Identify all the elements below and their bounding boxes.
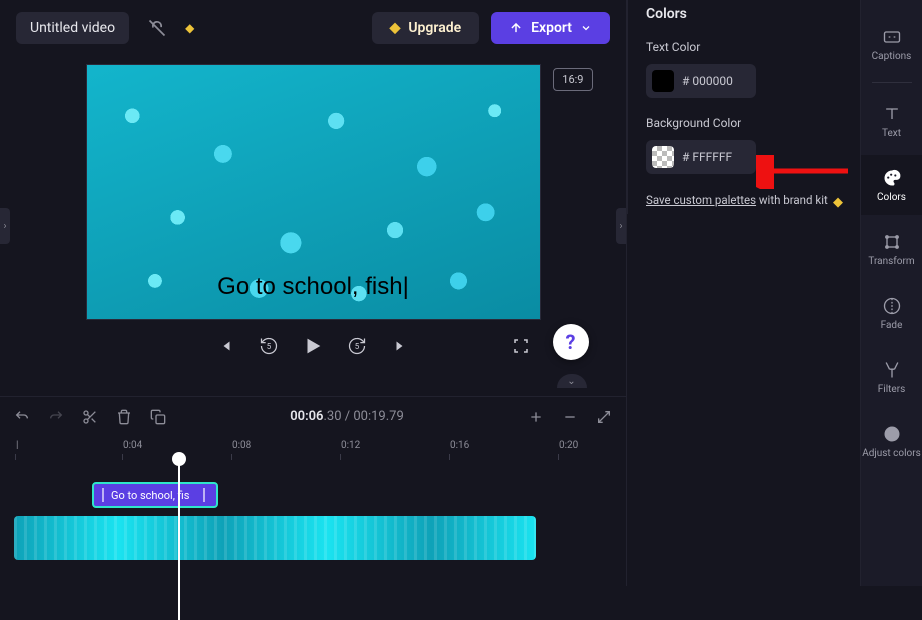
ruler-origin-tick: | — [16, 440, 18, 451]
delete-button[interactable] — [114, 407, 134, 427]
upgrade-label: Upgrade — [408, 20, 461, 36]
left-drawer-handle[interactable]: › — [0, 208, 10, 244]
timecode: 00:06.30 / 00:19.79 — [290, 409, 404, 424]
collapse-preview-chevron[interactable]: ⌄ — [557, 374, 587, 388]
rewind-5-button[interactable]: 5 — [257, 334, 281, 358]
annotation-arrow — [756, 155, 856, 189]
rail-transform[interactable]: Transform — [861, 219, 922, 279]
background-color-picker[interactable]: # FFFFFF — [646, 140, 756, 174]
save-palette-line: Save custom palettes with brand kit ◆ — [646, 192, 843, 208]
colors-panel-title: Colors — [646, 6, 843, 22]
background-color-hex: FFFFFF — [692, 150, 732, 164]
skip-end-button[interactable] — [389, 334, 413, 358]
redo-button[interactable] — [46, 407, 66, 427]
save-palette-link[interactable]: Save custom palettes — [646, 193, 756, 207]
text-color-picker[interactable]: # 000000 — [646, 64, 756, 98]
text-color-swatch — [652, 70, 674, 92]
text-color-label: Text Color — [646, 40, 843, 54]
timeline-zoom-out-button[interactable] — [560, 407, 580, 427]
ruler-tick: 0:12 — [341, 440, 360, 451]
text-overlay[interactable]: Go to school, fish — [87, 273, 540, 301]
premium-icon: ◆ — [185, 21, 194, 35]
video-preview[interactable]: Go to school, fish — [86, 64, 541, 320]
undo-button[interactable] — [12, 407, 32, 427]
export-label: Export — [531, 20, 572, 36]
playhead[interactable] — [178, 460, 180, 620]
rail-divider — [872, 82, 912, 83]
project-title[interactable]: Untitled video — [16, 12, 129, 44]
clip-handle-right[interactable] — [203, 488, 208, 502]
premium-icon: ◆ — [833, 194, 843, 212]
rail-captions[interactable]: Captions — [861, 14, 922, 74]
rail-adjust-colors[interactable]: Adjust colors — [861, 411, 922, 471]
rail-fade[interactable]: Fade — [861, 283, 922, 343]
rail-text[interactable]: Text — [861, 91, 922, 151]
split-button[interactable] — [80, 407, 100, 427]
help-button[interactable]: ? — [553, 324, 589, 360]
timeline-ruler[interactable]: | 0:04 0:08 0:12 0:16 0:20 — [0, 436, 626, 462]
right-drawer-handle[interactable]: › — [616, 208, 626, 244]
background-color-swatch — [652, 146, 674, 168]
rail-colors[interactable]: Colors — [861, 155, 922, 215]
export-button[interactable]: Export — [491, 12, 610, 44]
clip-handle-left[interactable] — [102, 488, 107, 502]
aspect-ratio-badge[interactable]: 16:9 — [553, 68, 592, 91]
fullscreen-button[interactable] — [509, 334, 533, 358]
upgrade-button[interactable]: ◆ Upgrade — [372, 12, 480, 44]
background-color-label: Background Color — [646, 116, 843, 130]
text-color-hex: 000000 — [692, 74, 732, 88]
diamond-icon: ◆ — [390, 20, 401, 36]
timeline-tracks[interactable]: Go to school, fis — [0, 462, 626, 586]
forward-5-button[interactable]: 5 — [345, 334, 369, 358]
ruler-tick: 0:16 — [450, 440, 469, 451]
ruler-tick: 0:08 — [232, 440, 251, 451]
timeline-fit-button[interactable] — [594, 407, 614, 427]
ruler-tick: 0:20 — [559, 440, 578, 451]
chevron-down-icon — [580, 22, 592, 34]
play-button[interactable] — [301, 334, 325, 358]
timeline-add-button[interactable] — [526, 407, 546, 427]
text-clip[interactable]: Go to school, fis — [92, 482, 218, 508]
rail-filters[interactable]: Filters — [861, 347, 922, 407]
duplicate-button[interactable] — [148, 407, 168, 427]
video-clip[interactable] — [14, 516, 536, 560]
ruler-tick: 0:04 — [123, 440, 142, 451]
skip-start-button[interactable] — [213, 334, 237, 358]
cloud-off-icon[interactable] — [141, 12, 173, 44]
